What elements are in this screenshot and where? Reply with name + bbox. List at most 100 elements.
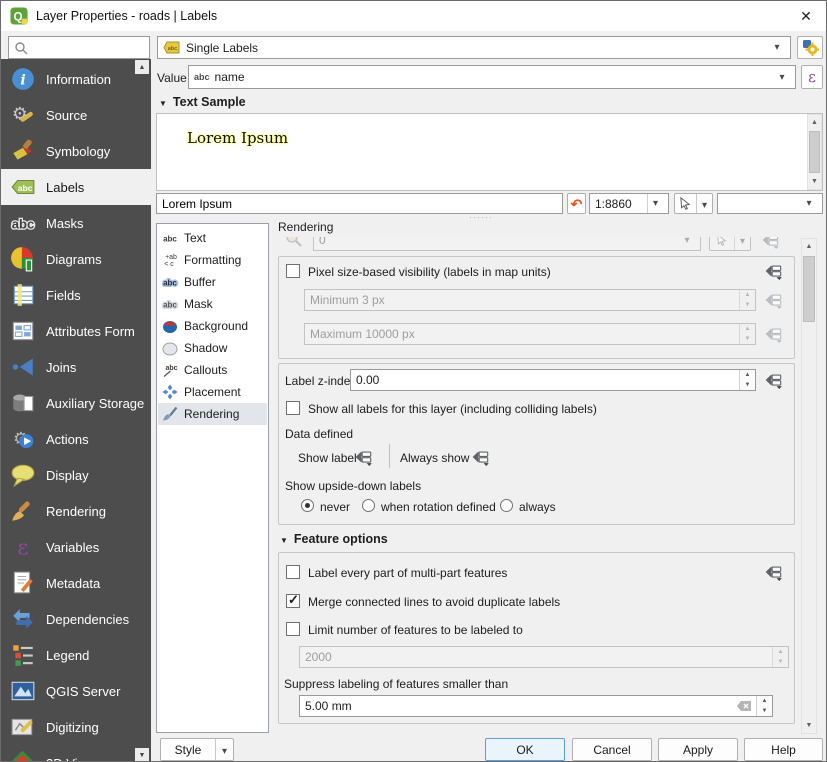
sidebar-item-display[interactable]: Display	[1, 457, 151, 493]
auto-placement-button[interactable]	[797, 36, 823, 59]
z-index-spinner[interactable]: 0.00	[350, 369, 756, 391]
sidebar-item-qgis-server[interactable]: QGIS Server	[1, 673, 151, 709]
paintbrush-icon	[10, 138, 36, 164]
pie-chart-icon	[10, 246, 36, 272]
close-icon[interactable]	[795, 5, 817, 27]
scroll-down-icon[interactable]	[802, 718, 816, 733]
tab-mask[interactable]: abc Mask	[158, 293, 267, 315]
sidebar-item-joins[interactable]: Joins	[1, 349, 151, 385]
radio-when-rotation-defined[interactable]	[362, 499, 375, 512]
show-all-labels-checkbox[interactable]	[286, 401, 300, 415]
scrollbar-thumb[interactable]	[809, 131, 820, 173]
sidebar-item-source[interactable]: ⚙ Source	[1, 97, 151, 133]
help-button-label: Help	[771, 743, 796, 757]
pixel-visibility-checkbox[interactable]	[286, 264, 300, 278]
search-input[interactable]	[33, 41, 144, 55]
help-button[interactable]: Help	[744, 738, 823, 761]
sidebar-item-attributes-form[interactable]: Attributes Form	[1, 313, 151, 349]
sidebar-item-actions[interactable]: ⚙ Actions	[1, 421, 151, 457]
tab-text[interactable]: abc Text	[158, 227, 267, 249]
tab-rendering[interactable]: Rendering	[158, 403, 267, 425]
tab-background[interactable]: Background	[158, 315, 267, 337]
spin-down-icon[interactable]	[740, 380, 755, 390]
background-color-combo[interactable]	[717, 193, 823, 214]
max-pixel-size-spinner[interactable]: Maximum 10000 px	[304, 323, 756, 345]
scrollbar-thumb[interactable]	[803, 256, 815, 322]
sidebar-item-dependencies[interactable]: Dependencies	[1, 601, 151, 637]
preview-scale-combo[interactable]: 1:8860	[589, 193, 669, 214]
data-defined-override-icon[interactable]	[761, 237, 780, 249]
data-defined-override-icon[interactable]	[764, 563, 783, 581]
splitter-dots[interactable]: ······	[469, 212, 493, 222]
spin-up-icon[interactable]	[740, 324, 755, 334]
limit-features-spinner[interactable]: 2000	[299, 646, 789, 668]
tab-formatting[interactable]: +ab< c Formatting	[158, 249, 267, 271]
min-pixel-size-spinner[interactable]: Minimum 3 px	[304, 289, 756, 311]
data-defined-override-icon[interactable]	[764, 291, 783, 309]
z-index-value: 0.00	[356, 373, 379, 387]
sidebar-item-symbology[interactable]: Symbology	[1, 133, 151, 169]
sidebar-item-information[interactable]: i Information	[1, 61, 151, 97]
sidebar-item-metadata[interactable]: Metadata	[1, 565, 151, 601]
data-defined-override-icon[interactable]	[471, 448, 490, 466]
sidebar-scroll-up-icon[interactable]	[135, 60, 149, 74]
merge-connected-checkbox[interactable]	[286, 594, 300, 608]
labels-mode-combo[interactable]: abc Single Labels	[157, 36, 791, 59]
apply-button[interactable]: Apply	[658, 738, 738, 761]
sidebar-item-rendering[interactable]: Rendering	[1, 493, 151, 529]
panel-scrollbar[interactable]	[801, 238, 817, 734]
radio-always[interactable]	[500, 499, 513, 512]
suppress-size-spinner[interactable]: 5.00 mm	[299, 695, 773, 717]
spin-up-icon[interactable]	[757, 696, 772, 706]
tab-callouts[interactable]: abc Callouts	[158, 359, 267, 381]
cancel-button[interactable]: Cancel	[572, 738, 652, 761]
data-defined-override-icon[interactable]	[354, 448, 373, 466]
sidebar-item-label: Display	[46, 468, 89, 483]
radio-never[interactable]	[301, 499, 314, 512]
limit-features-checkbox[interactable]	[286, 622, 300, 636]
data-defined-override-icon[interactable]	[764, 371, 783, 389]
sidebar-item-fields[interactable]: Fields	[1, 277, 151, 313]
data-defined-override-icon[interactable]	[764, 325, 783, 343]
spin-down-icon[interactable]	[757, 706, 772, 716]
minimum-scale-combo[interactable]: 0	[313, 237, 701, 251]
tab-shadow[interactable]: Shadow	[158, 337, 267, 359]
reset-sample-button[interactable]: ↶	[567, 193, 586, 214]
scroll-up-icon[interactable]	[808, 115, 821, 130]
spin-up-icon[interactable]	[773, 647, 788, 657]
sidebar-item-legend[interactable]: Legend	[1, 637, 151, 673]
set-to-canvas-split-button[interactable]	[709, 237, 751, 251]
sidebar-item-variables[interactable]: ε Variables	[1, 529, 151, 565]
sidebar-item-3d-view[interactable]: 3D View	[1, 745, 151, 762]
map-settings-split-button[interactable]	[674, 193, 713, 214]
style-split-button[interactable]: Style	[160, 738, 234, 761]
spin-down-icon[interactable]	[773, 657, 788, 667]
spin-up-icon[interactable]	[740, 370, 755, 380]
spin-down-icon[interactable]	[740, 300, 755, 310]
spin-down-icon[interactable]	[740, 334, 755, 344]
sidebar-item-auxiliary-storage[interactable]: Auxiliary Storage	[1, 385, 151, 421]
tab-placement[interactable]: Placement	[158, 381, 267, 403]
sidebar-item-masks[interactable]: abc Masks	[1, 205, 151, 241]
sidebar-item-label: Auxiliary Storage	[46, 396, 144, 411]
ok-button[interactable]: OK	[485, 738, 565, 761]
preview-scrollbar[interactable]	[807, 114, 822, 190]
svg-text:abc: abc	[163, 279, 177, 288]
sample-text-input[interactable]	[162, 197, 557, 211]
label-every-part-checkbox[interactable]	[286, 565, 300, 579]
expression-builder-button[interactable]: ε	[801, 65, 823, 89]
scroll-up-icon[interactable]	[802, 239, 816, 254]
sidebar-scroll-down-icon[interactable]	[135, 748, 149, 762]
search-icon	[14, 41, 28, 58]
feature-options-header[interactable]: Feature options	[280, 532, 388, 546]
sidebar-item-digitizing[interactable]: Digitizing	[1, 709, 151, 745]
tab-buffer[interactable]: abc Buffer	[158, 271, 267, 293]
scroll-down-icon[interactable]	[808, 174, 821, 189]
text-sample-header[interactable]: Text Sample	[159, 95, 246, 109]
data-defined-override-icon[interactable]	[764, 262, 783, 280]
value-field-combo[interactable]: abc name	[188, 65, 796, 89]
sidebar-item-labels[interactable]: abc Labels	[1, 169, 151, 205]
clear-field-icon[interactable]	[736, 700, 752, 715]
sidebar-item-diagrams[interactable]: Diagrams	[1, 241, 151, 277]
spin-up-icon[interactable]	[740, 290, 755, 300]
